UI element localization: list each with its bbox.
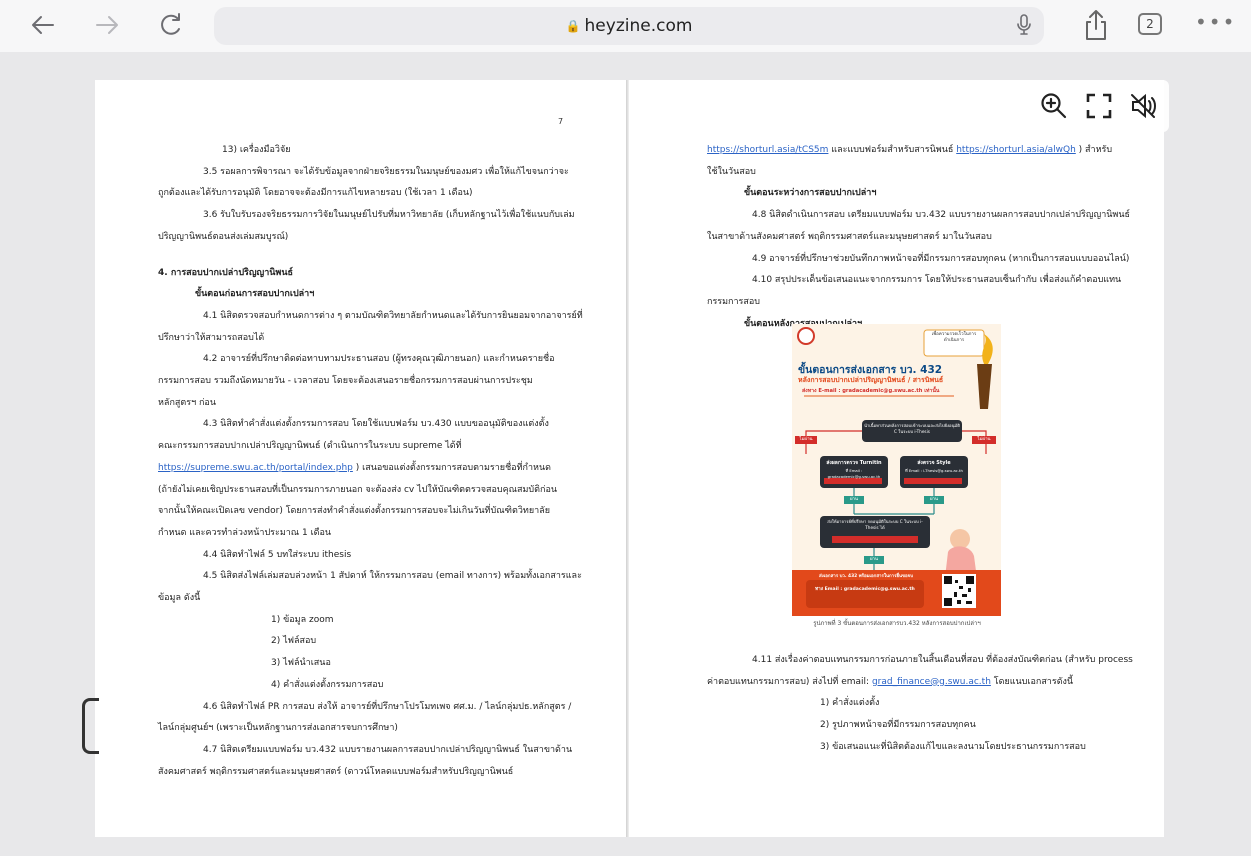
text-line: 4.5 นิสิตส่งไฟล์เล่มสอบล่วงหน้า 1 สัปดาห…: [203, 571, 582, 582]
browser-toolbar: 🔒 heyzine.com 2 •••: [0, 0, 1251, 52]
text-line: 1) ข้อมูล zoom: [271, 614, 334, 625]
infographic-fail-left: ไม่ผ่าน: [799, 437, 813, 442]
text-line: 3.6 รับใบรับรองจริยธรรมการวิจัยในมนุษย์ไ…: [203, 210, 575, 221]
text-line-head: ค่าตอบแทนกรรมการสอบ) ส่งไปที่ email:: [707, 676, 872, 687]
more-label: •••: [1195, 10, 1237, 34]
url-text: heyzine.com: [584, 16, 693, 36]
text-line: คณะกรรมการสอบปากเปล่าปริญญานิพนธ์ (ดำเนิ…: [158, 441, 462, 452]
text-line: (ถ้ายังไม่เคยเชิญประธานสอบที่เป็นกรรมการ…: [158, 484, 558, 495]
text-line: 4.6 นิสิตทำไฟล์ PR การสอบ ส่งให้ อาจารย์…: [203, 701, 572, 712]
text-line: กำหนด และควรทำล่วงหน้าประมาณ 1 เดือน: [158, 527, 332, 538]
text-line-tail: ) สำหรับ: [1075, 145, 1113, 155]
text-line: 2) รูปภาพหน้าจอที่มีกรรมการสอบทุกคน: [820, 720, 976, 731]
page-number: 7: [558, 117, 564, 126]
text-link[interactable]: https://supreme.swu.ac.th/portal/index.p…: [158, 463, 353, 473]
infographic-final-email: ทาง Email : gradacademic@g.swu.ac.th: [815, 587, 915, 592]
text-line: 4.10 สรุปประเด็นข้อเสนอแนะจากกรรมการ โดย…: [752, 275, 1122, 286]
text-line: ขั้นตอนระหว่างการสอบปากเปล่าฯ: [744, 188, 877, 199]
lock-icon: 🔒: [565, 19, 581, 33]
speaker-muted-icon[interactable]: [1129, 92, 1157, 120]
side-handle[interactable]: [82, 698, 99, 754]
text-line: ในสาขาด้านสังคมศาสตร์ พฤติกรรมศาสตร์และม…: [707, 231, 992, 242]
text-line: https://shorturl.asia/tCS5m และแบบฟอร์มส…: [707, 140, 1127, 162]
fullscreen-icon[interactable]: [1085, 92, 1113, 120]
infographic-pass2: ผ่าน: [929, 497, 939, 502]
text-line: ข้อมูล ดังนี้: [158, 593, 201, 604]
reader-toolbar: [1027, 80, 1169, 132]
text-line: 4.9 อาจารย์ที่ปรึกษาช่วยบันทึกภาพหน้าจอท…: [752, 253, 1130, 264]
tab-count: 2: [1146, 17, 1154, 31]
right-page-text-bottom: 4.11 ส่งเรื่องค่าตอบแทนกรรมการก่อนภายในส…: [707, 650, 1133, 759]
infographic-style-email: ที่ Email : i-Thesis@g.swu.ac.th: [905, 468, 963, 473]
forward-arrow-icon[interactable]: [90, 8, 124, 42]
infographic-step1: นำเนื้อหาส่วนหลังการสอบเข้าระบบและส่งไปย…: [864, 423, 960, 434]
text-line: หลักสูตรฯ ก่อน: [158, 397, 216, 408]
text-link[interactable]: https://shorturl.asia/alwQh: [956, 145, 1076, 155]
left-page[interactable]: 7 13) เครื่องมือวิจัย 3.5 รอผลการพิจารณา …: [95, 80, 626, 837]
reload-icon[interactable]: [154, 8, 188, 42]
infographic-step3: ส่งให้อาจารย์ที่ปรึกษา กดอนุมัติในระบบ C…: [827, 519, 923, 530]
infographic-corner-note: เพื่อความรวดเร็วในการดำเนินการ: [931, 332, 977, 343]
text-link[interactable]: https://shorturl.asia/tCS5m: [707, 145, 828, 155]
text-line: ปรึกษาว่าให้สามารถสอบได้: [158, 332, 265, 343]
text-line: 4.4 นิสิตทำไฟล์ 5 บทใส่ระบบ ithesis: [203, 549, 352, 560]
text-line: กรรมการสอบ: [707, 296, 760, 307]
text-line: 4.1 นิสิตตรวจสอบกำหนดการต่าง ๆ ตามบัณฑิต…: [203, 310, 583, 321]
figure-caption: รูปภาพที่ 3 ขั้นตอนการส่งเอกสารบว.432 หล…: [813, 620, 981, 627]
text-line-tail: โดยแนบเอกสารดังนี้: [990, 676, 1074, 687]
infographic-turnitin-email: ที่ Email : gradacademic@g.swu.ac.th: [827, 468, 881, 479]
text-line: https://supreme.swu.ac.th/portal/index.p…: [158, 458, 578, 480]
infographic-subtitle: หลังการสอบปากเปล่าปริญญานิพนธ์ / สารนิพน…: [798, 376, 944, 384]
text-line: จากนั้นให้คณะเปิดเลข vendor) โดยการส่งทำ…: [158, 506, 550, 517]
text-line: 3.5 รอผลการพิจารณา จะได้รับข้อมูลจากฝ่าย…: [203, 166, 569, 177]
text-line: 3) ไฟล์นำเสนอ: [271, 658, 331, 669]
text-line: กรรมการสอบ รวมถึงนัดหมายวัน - เวลาสอบ โด…: [158, 376, 533, 387]
text-line: ขั้นตอนก่อนการสอบปากเปล่าฯ: [195, 289, 315, 300]
text-line-tail: และแบบฟอร์มสำหรับสารนิพนธ์: [828, 145, 957, 155]
process-infographic: เพื่อความรวดเร็วในการดำเนินการ ขั้นตอนกา…: [792, 324, 1001, 616]
text-line: 4.8 นิสิตดำเนินการสอบ เตรียมแบบฟอร์ม บว.…: [752, 210, 1130, 221]
share-icon[interactable]: [1080, 8, 1112, 42]
text-line: สังคมศาสตร์ พฤติกรรมศาสตร์และมนุษยศาสตร์…: [158, 766, 514, 777]
tab-count-button[interactable]: 2: [1138, 13, 1162, 35]
text-line: ค่าตอบแทนกรรมการสอบ) ส่งไปที่ email: gra…: [707, 672, 1127, 694]
infographic-style-title: ส่งตรวจ Style: [917, 460, 951, 466]
text-line-tail: ) เสนอขอแต่งตั้งกรรมการสอบตามรายชื่อที่ก…: [352, 462, 551, 473]
text-line: 4.11 ส่งเรื่องค่าตอบแทนกรรมการก่อนภายในส…: [752, 655, 1133, 665]
infographic-fail-right: ไม่ผ่าน: [977, 437, 991, 442]
text-line: 4.7 นิสิตเตรียมแบบฟอร์ม บว.432 แบบรายงาน…: [203, 744, 573, 755]
text-line: 4.2 อาจารย์ที่ปรึกษาติดต่อทาบทามประธานสอ…: [203, 354, 555, 365]
infographic-pass3: ผ่าน: [869, 557, 879, 562]
text-line: 3) ข้อเสนอแนะที่นิสิตต้องแก้ไขและลงนามโด…: [820, 741, 1086, 752]
infographic-email: ส่งทาง E-mail : gradacademic@g.swu.ac.th…: [802, 388, 940, 394]
text-line: 2) ไฟล์สอบ: [271, 636, 317, 647]
email-link[interactable]: grad_finance@g.swu.ac.th: [872, 677, 991, 687]
right-page[interactable]: https://shorturl.asia/tCS5m และแบบฟอร์มส…: [629, 80, 1164, 837]
infographic-pass1: ผ่าน: [849, 497, 859, 502]
text-line: ถูกต้องและได้รับการอนุมัติ โดยอาจจะต้องม…: [158, 188, 473, 199]
right-page-text-top: https://shorturl.asia/tCS5m และแบบฟอร์มส…: [707, 140, 1130, 335]
left-page-text: 13) เครื่องมือวิจัย 3.5 รอผลการพิจารณา จะ…: [158, 140, 583, 783]
text-line: 13) เครื่องมือวิจัย: [222, 145, 291, 155]
text-line: 1) คำสั่งแต่งตั้ง: [820, 698, 880, 709]
back-arrow-icon[interactable]: [26, 8, 60, 42]
text-line: ไลน์กลุ่มศูนย์ฯ (เพราะเป็นหลักฐานการส่งเ…: [158, 723, 398, 734]
infographic-final-title: ส่งเอกสาร บว. 432 พร้อมเอกสารในการยื่นขอ…: [818, 574, 914, 579]
more-menu-icon[interactable]: •••: [1195, 10, 1236, 34]
text-line: [158, 249, 578, 263]
text-line: 4.3 นิสิตทำคำสั่งแต่งตั้งกรรมการสอบ โดยใ…: [203, 419, 549, 430]
text-line: 4. การสอบปากเปล่าปริญญานิพนธ์: [158, 267, 294, 278]
address-bar[interactable]: 🔒 heyzine.com: [214, 7, 1044, 45]
swu-logo-icon: [797, 327, 815, 345]
text-line: ใช้ในวันสอบ: [707, 166, 756, 177]
text-line: 4) คำสั่งแต่งตั้งกรรมการสอบ: [271, 679, 384, 690]
zoom-in-icon[interactable]: [1040, 92, 1068, 120]
infographic-turnitin-title: ส่งผลการตรวจ Turnitin: [826, 460, 882, 466]
microphone-icon[interactable]: [1016, 14, 1032, 36]
text-line: ปริญญานิพนธ์ตอนส่งเล่มสมบูรณ์): [158, 231, 289, 242]
